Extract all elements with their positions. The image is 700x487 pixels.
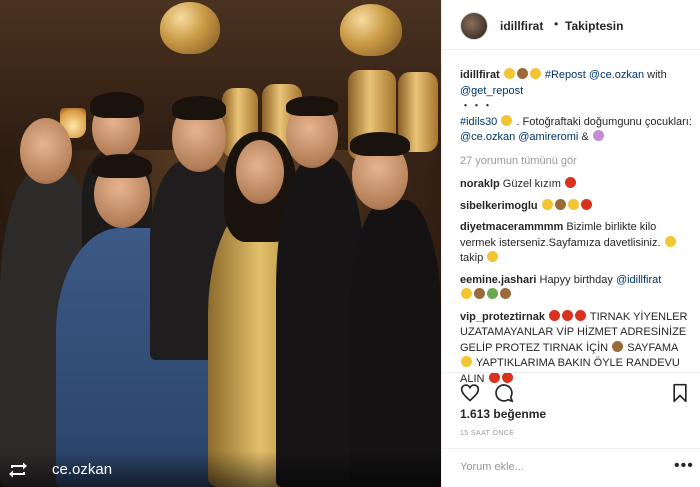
comment-username[interactable]: noraklp [460,178,500,190]
emoji-icon [592,130,604,141]
comment-text: takip [460,252,484,264]
caption-mention[interactable]: @ce.ozkan [460,131,515,143]
caption-text: with [647,69,667,81]
nail-emoji-icon [612,340,624,352]
post-photo[interactable]: ce.ozkan [0,0,441,487]
person-hair [172,96,226,120]
comment-icon[interactable] [494,383,514,403]
comment-mention[interactable]: @idillfirat [616,274,661,286]
emoji-icon [487,288,498,299]
header-separator: • [554,17,559,31]
emoji-icon [567,198,579,210]
caption-hashtag[interactable]: #idils30 [460,116,497,128]
comment-item: diyetmacerammmm Bizimle birlikte kilo ve… [460,220,692,267]
comment-username[interactable]: sibelkerimoglu [460,200,538,212]
caption-username[interactable]: idillfirat [460,69,500,81]
caption-text: . Fotoğraftaki doğumgunu çocukları: [516,115,692,128]
caption-mention[interactable]: @amireromi [518,131,578,143]
comment-item: sibelkerimoglu [460,198,692,215]
emoji-icon [580,198,592,210]
comment-item: eemine.jashari Hapyy birthday @idillfira… [460,273,692,304]
person-hair [286,96,338,116]
emoji-icon [541,198,553,210]
emoji-icon [516,68,528,79]
view-all-comments-link[interactable]: 27 yorumun tümünü gör [460,154,692,170]
comment-username[interactable]: vip_proteztirnak [460,311,545,323]
red-circle-icon [575,309,587,321]
emoji-icon [501,114,513,126]
post-timestamp[interactable]: 15 SAAT ÖNCE [460,430,514,437]
heart-icon[interactable] [460,383,480,403]
comment-text: Güzel kızım [502,178,561,190]
comments-list: idillfirat #Repost @ce.ozkan with @get_r… [460,68,692,393]
person-right [350,200,441,487]
emoji-icon [529,68,541,79]
repost-icon [9,462,27,478]
caption: idillfirat #Repost @ce.ozkan with @get_r… [460,68,692,146]
repost-overlay: ce.ozkan [0,451,441,487]
pointing-emoji-icon [461,356,472,367]
comment-item: noraklp Güzel kızım [460,177,692,193]
comment-username[interactable]: eemine.jashari [460,274,536,286]
person-head [20,118,72,184]
action-bar [442,372,700,412]
emoji-icon [554,198,566,210]
gold-heart-balloon [160,2,220,54]
header-username[interactable]: idillfirat [500,19,543,33]
person-hair [90,92,144,118]
comment-text: Hapyy birthday [539,273,613,286]
like-count[interactable]: 1.613 beğenme [460,407,546,421]
more-options-button[interactable]: ••• [674,457,694,475]
repost-username: ce.ozkan [52,461,113,478]
emoji-icon [503,68,515,79]
person-hair [92,154,152,178]
comment-input[interactable] [460,461,660,473]
gold-heart-balloon [340,4,402,56]
comment-username[interactable]: diyetmacerammmm [460,221,563,233]
post-side-panel: idillfirat • Takiptesin idillfirat #Repo… [441,0,700,487]
emoji-icon [461,288,472,299]
red-circle-icon [562,309,574,321]
post-header: idillfirat • Takiptesin [442,0,700,50]
caption-mention[interactable]: @ce.ozkan [589,69,644,81]
comment-text: SAYFAMA [627,341,678,354]
heart-emoji-icon [564,177,576,188]
caption-mention[interactable]: @get_repost [460,85,523,97]
pointing-emoji-icon [487,251,499,262]
red-circle-icon [549,309,561,321]
emoji-icon [474,288,485,299]
caption-dots: ・・・ [460,100,493,112]
person-hair [350,132,410,156]
pointing-emoji-icon [664,235,676,247]
bookmark-icon[interactable] [670,383,690,403]
repost-hashtag[interactable]: #Repost [545,69,586,81]
add-comment-bar: ••• [442,448,700,487]
woman-head [236,140,284,204]
cake-emoji-icon [500,288,511,299]
following-status[interactable]: Takiptesin [565,19,623,33]
avatar[interactable] [460,12,488,40]
caption-text: & [581,131,589,143]
